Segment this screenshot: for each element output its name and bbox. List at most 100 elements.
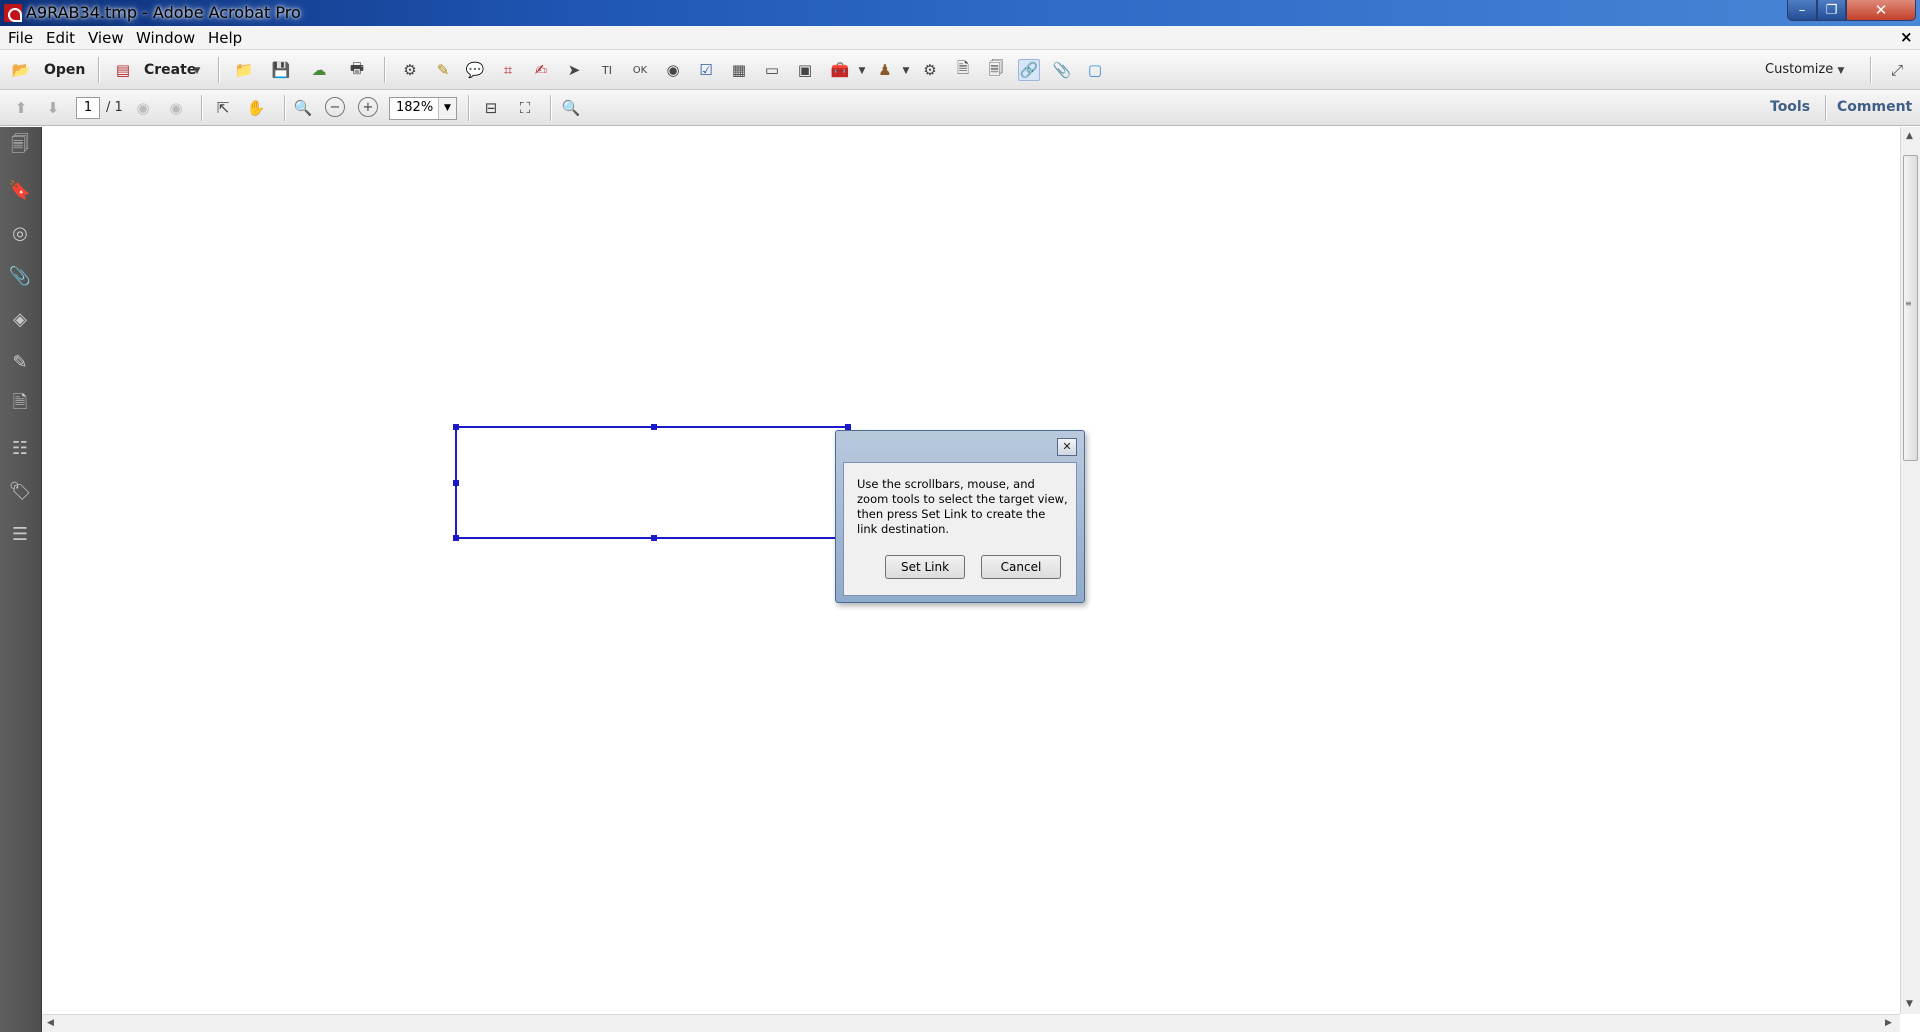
text-field-icon[interactable]: TI bbox=[596, 59, 618, 81]
document-list-icon[interactable]: 🗐 bbox=[985, 59, 1007, 81]
save-icon[interactable]: 💾 bbox=[270, 59, 292, 81]
document-pages-icon[interactable]: 🗎 bbox=[8, 392, 32, 417]
window-title: A9RAB34.tmp - Adobe Acrobat Pro bbox=[26, 3, 301, 22]
title-bar: A9RAB34.tmp - Adobe Acrobat Pro – ❐ ✕ bbox=[0, 0, 1920, 26]
zoom-out-icon[interactable]: − bbox=[325, 97, 345, 117]
attach-file-icon[interactable]: 📎 bbox=[1051, 59, 1073, 81]
sticky-note-icon[interactable]: ✎ bbox=[432, 59, 454, 81]
cancel-button[interactable]: Cancel bbox=[981, 555, 1061, 579]
sign-document-icon[interactable]: ✍ bbox=[530, 59, 552, 81]
button-field-icon[interactable]: OK bbox=[629, 59, 651, 81]
page-thumbnails-icon[interactable]: 🗐 bbox=[8, 134, 32, 159]
close-document-icon[interactable]: × bbox=[1900, 28, 1913, 46]
scroll-right-icon[interactable]: ▶ bbox=[1885, 1018, 1892, 1028]
scroll-up-icon[interactable]: ▲ bbox=[1906, 131, 1913, 141]
comment-bubble-icon[interactable]: 💬 bbox=[464, 59, 486, 81]
barcode-field-icon[interactable]: ▣ bbox=[794, 59, 816, 81]
link-tool-icon[interactable]: 🔗 bbox=[1018, 59, 1040, 81]
fit-width-icon[interactable]: ⛶ bbox=[514, 97, 536, 119]
menu-view[interactable]: View bbox=[88, 29, 124, 47]
comment-pane-button[interactable]: Comment bbox=[1837, 99, 1912, 115]
customize-dropdown-icon[interactable]: ▼ bbox=[1830, 60, 1852, 82]
customize-button[interactable]: Customize bbox=[1765, 62, 1833, 77]
link-rectangle[interactable] bbox=[453, 424, 851, 541]
resize-handle[interactable] bbox=[651, 424, 657, 430]
toolbox-dropdown-icon[interactable]: ▼ bbox=[851, 60, 873, 82]
print-icon[interactable]: 🖶 bbox=[346, 59, 368, 81]
create-go-to-view-dialog: ✕ Use the scrollbars, mouse, and zoom to… bbox=[835, 430, 1085, 603]
document-settings-icon[interactable]: 🗎 bbox=[952, 59, 974, 81]
toolbar-separator bbox=[384, 57, 385, 83]
horizontal-scrollbar[interactable]: ◀ ▶ bbox=[42, 1014, 1900, 1032]
open-button[interactable]: Open bbox=[44, 62, 85, 78]
zoom-in-icon[interactable]: + bbox=[358, 97, 378, 117]
hand-tool-icon[interactable]: ✋ bbox=[245, 97, 267, 119]
toolbar-separator bbox=[1825, 95, 1826, 121]
menu-edit[interactable]: Edit bbox=[46, 29, 75, 47]
navigation-pane: 🗐 🔖 ◎ 📎 ◈ ✎ 🗎 ☷ 🏷 ☰ bbox=[0, 127, 42, 1032]
tools-pane-button[interactable]: Tools bbox=[1770, 99, 1810, 115]
rectangle-tool-icon[interactable]: ▢ bbox=[1084, 59, 1106, 81]
toolbar-separator bbox=[550, 95, 551, 121]
resize-handle[interactable] bbox=[651, 535, 657, 541]
toolbox-icon[interactable]: 🧰 bbox=[829, 59, 851, 81]
properties-icon[interactable]: ⚙ bbox=[919, 59, 941, 81]
crop-icon[interactable]: ⌗ bbox=[497, 59, 519, 81]
zoom-dropdown-icon[interactable]: ▼ bbox=[438, 98, 456, 119]
previous-page-icon[interactable]: ⬆ bbox=[10, 97, 32, 119]
open-folder-icon[interactable]: 📂 bbox=[10, 59, 32, 81]
settings-gear-icon[interactable]: ⚙ bbox=[399, 59, 421, 81]
dropdown-field-icon[interactable]: ▭ bbox=[761, 59, 783, 81]
content-edit-icon[interactable]: ✎ bbox=[8, 350, 32, 374]
zoom-value: 182% bbox=[396, 100, 434, 115]
bookmarks-icon[interactable]: 🔖 bbox=[8, 178, 32, 202]
toolbar-separator bbox=[284, 95, 285, 121]
expand-fullscreen-icon[interactable]: ⤢ bbox=[1886, 59, 1908, 81]
zoom-level-field[interactable]: 182% ▼ bbox=[389, 97, 457, 120]
fields-icon[interactable]: ☷ bbox=[8, 436, 32, 460]
resize-handle[interactable] bbox=[453, 480, 459, 486]
toolbar-separator bbox=[468, 95, 469, 121]
page-number-input[interactable]: 1 bbox=[76, 97, 100, 119]
maximize-button[interactable]: ❐ bbox=[1817, 0, 1846, 21]
stamp-icon[interactable]: ♟ bbox=[874, 59, 896, 81]
close-window-button[interactable]: ✕ bbox=[1846, 0, 1916, 21]
scroll-grip-icon: ≡ bbox=[1905, 299, 1912, 308]
scroll-down-icon[interactable]: ▼ bbox=[1906, 999, 1913, 1009]
fit-page-icon[interactable]: ⊟ bbox=[480, 97, 502, 119]
find-search-icon[interactable]: 🔍 bbox=[560, 97, 582, 119]
scroll-left-icon[interactable]: ◀ bbox=[47, 1018, 54, 1028]
order-icon[interactable]: ☰ bbox=[8, 522, 32, 546]
vertical-scroll-thumb[interactable] bbox=[1903, 155, 1918, 461]
resize-handle[interactable] bbox=[453, 535, 459, 541]
tags-icon[interactable]: 🏷 bbox=[8, 479, 32, 503]
menu-window[interactable]: Window bbox=[136, 29, 195, 47]
attachments-icon[interactable]: 📎 bbox=[8, 264, 32, 288]
set-link-button[interactable]: Set Link bbox=[885, 555, 965, 579]
toolbar-separator bbox=[201, 95, 202, 121]
create-pdf-icon[interactable]: ▤ bbox=[112, 59, 134, 81]
create-dropdown-icon[interactable]: ▼ bbox=[186, 60, 208, 82]
menu-help[interactable]: Help bbox=[208, 29, 242, 47]
previous-view-icon[interactable]: ◉ bbox=[132, 97, 154, 119]
dialog-close-icon[interactable]: ✕ bbox=[1057, 438, 1077, 456]
acrobat-app-icon[interactable] bbox=[4, 4, 22, 22]
next-page-icon[interactable]: ⬇ bbox=[42, 97, 64, 119]
radio-button-icon[interactable]: ◉ bbox=[662, 59, 684, 81]
next-view-icon[interactable]: ◉ bbox=[165, 97, 187, 119]
stamp-dropdown-icon[interactable]: ▼ bbox=[895, 60, 917, 82]
select-tool-icon[interactable]: ⇱ bbox=[212, 97, 234, 119]
checkbox-icon[interactable]: ☑ bbox=[695, 59, 717, 81]
vertical-scrollbar[interactable]: ▲ ≡ ▼ bbox=[1900, 127, 1920, 1014]
resize-handle[interactable] bbox=[453, 424, 459, 430]
marquee-zoom-icon[interactable]: 🔍 bbox=[292, 97, 314, 119]
open-file-icon[interactable]: 📁 bbox=[233, 59, 255, 81]
list-box-icon[interactable]: ▦ bbox=[728, 59, 750, 81]
signatures-icon[interactable]: ◎ bbox=[8, 221, 32, 245]
menu-bar: File Edit View Window Help × bbox=[0, 26, 1920, 50]
minimize-button[interactable]: – bbox=[1787, 0, 1817, 21]
select-arrow-icon[interactable]: ➤ bbox=[563, 59, 585, 81]
menu-file[interactable]: File bbox=[8, 29, 33, 47]
upload-cloud-icon[interactable]: ☁ bbox=[308, 59, 330, 81]
layers-icon[interactable]: ◈ bbox=[8, 307, 32, 331]
